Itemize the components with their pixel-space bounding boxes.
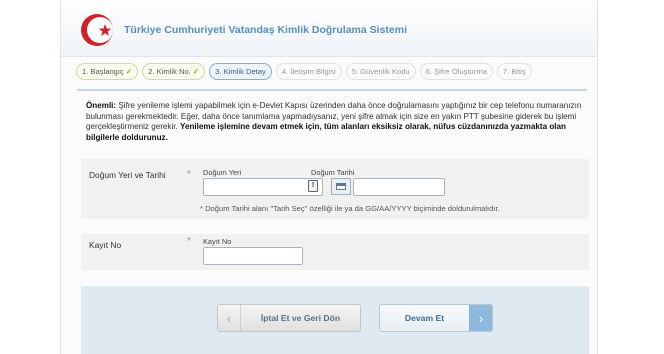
info-notice: Önemli: Şifre yenileme işlemi yapabilmek…	[86, 101, 591, 143]
birth-date-hint: * Doğum Tarihi alanı "Tarih Seç" özelliğ…	[200, 204, 500, 213]
step-label: 2. Kimlik No.	[148, 67, 191, 76]
step-iletisim-bilgisi: 4. İletişim Bilgisi	[275, 63, 342, 80]
birth-row-label: Doğum Yeri ve Tarihi	[89, 170, 166, 180]
virtual-keyboard-icon[interactable]: !	[308, 180, 318, 192]
step-bitis: 7. Bitiş	[496, 63, 532, 80]
continue-button[interactable]: Devam Et ›	[379, 304, 493, 332]
crescent-star-logo	[81, 14, 113, 46]
site-title: Türkiye Cumhuriyeti Vatandaş Kimlik Doğr…	[124, 24, 408, 36]
main-panel: Türkiye Cumhuriyeti Vatandaş Kimlik Doğr…	[60, 0, 598, 354]
birth-place-input[interactable]	[203, 178, 323, 196]
step-label: 4. İletişim Bilgisi	[281, 67, 336, 76]
record-row-label: Kayıt No	[89, 240, 122, 250]
step-label: 3. Kimlik Detay	[215, 67, 266, 76]
birth-date-label: Doğum Tarihi	[311, 168, 355, 177]
divider	[77, 89, 587, 91]
step-label: 6. Şifre Oluşturma	[425, 67, 487, 76]
record-no-label: Kayıt No	[203, 237, 232, 246]
calendar-icon[interactable]	[331, 178, 351, 195]
step-label: 5. Güvenlik Kodu	[351, 67, 410, 76]
birth-place-label: Doğum Yeri	[203, 168, 242, 177]
chevron-left-icon: ‹	[218, 305, 241, 331]
continue-label: Devam Et	[404, 313, 445, 323]
chevron-right-icon: ›	[469, 305, 492, 331]
birth-date-input[interactable]	[353, 178, 445, 196]
header: Türkiye Cumhuriyeti Vatandaş Kimlik Doğr…	[61, 0, 597, 57]
button-bar: ‹ İptal Et ve Geri Dön Devam Et ›	[81, 286, 589, 354]
step-baslangic: 1. Başlangıç ✓	[76, 63, 139, 80]
cancel-back-label: İptal Et ve Geri Dön	[260, 313, 341, 323]
step-progress: 1. Başlangıç ✓ 2. Kimlik No. ✓ 3. Kimlik D…	[76, 63, 532, 80]
required-star-icon: *	[187, 236, 191, 247]
step-kimlik-detay: 3. Kimlik Detay	[209, 63, 272, 80]
birth-row: Doğum Yeri ve Tarihi * Doğum Yeri ! Doğu…	[81, 159, 589, 219]
step-label: 7. Bitiş	[502, 67, 526, 76]
step-label: 1. Başlangıç	[82, 67, 124, 76]
cancel-back-button[interactable]: ‹ İptal Et ve Geri Dön	[217, 304, 361, 332]
step-guvenlik-kodu: 5. Güvenlik Kodu	[345, 63, 416, 80]
record-row: Kayıt No * Kayıt No	[81, 234, 589, 270]
step-sifre-olusturma: 6. Şifre Oluşturma	[419, 63, 493, 80]
info-lead: Önemli:	[86, 101, 117, 110]
check-icon: ✓	[192, 67, 200, 76]
required-star-icon: *	[187, 169, 191, 180]
step-kimlik-no: 2. Kimlik No. ✓	[142, 63, 206, 80]
record-no-input[interactable]	[203, 247, 303, 265]
check-icon: ✓	[125, 67, 133, 76]
